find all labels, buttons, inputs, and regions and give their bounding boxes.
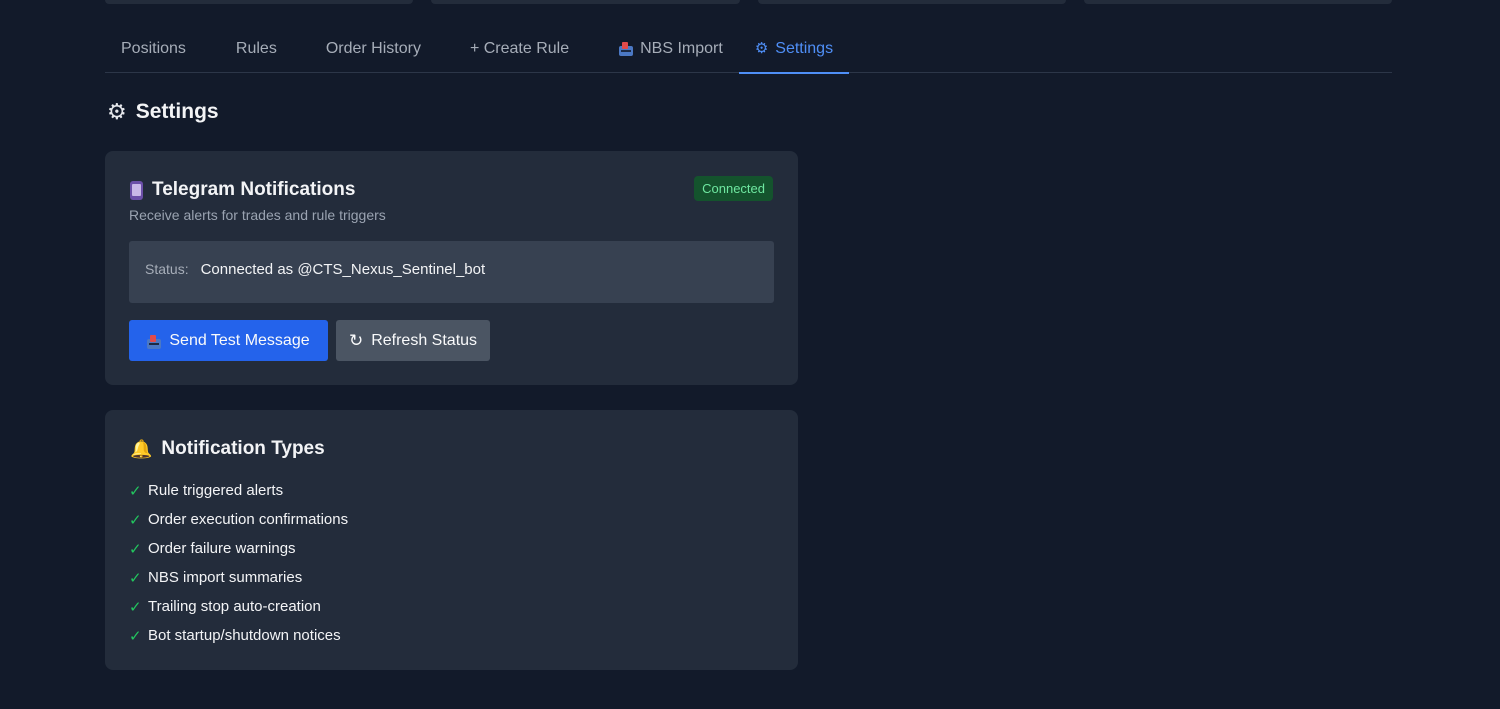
tab-rules[interactable]: Rules (220, 30, 293, 72)
tab-order-history[interactable]: Order History (310, 30, 437, 72)
summary-card (105, 0, 414, 4)
refresh-status-button[interactable]: ↻ Refresh Status (336, 320, 490, 361)
page-title: ⚙ Settings (107, 100, 219, 124)
notification-types-header: 🔔 Notification Types (130, 438, 325, 460)
telegram-card-title: Telegram Notifications (152, 179, 356, 200)
tab-settings[interactable]: ⚙ Settings (738, 30, 850, 74)
list-item: ✓ Order failure warnings (129, 540, 348, 569)
tab-create-rule[interactable]: + Create Rule (454, 30, 585, 72)
status-badge: Connected (694, 176, 773, 201)
telegram-card: Telegram Notifications Connected Receive… (105, 151, 798, 385)
check-icon: ✓ (129, 541, 142, 558)
list-item-label: Trailing stop auto-creation (148, 598, 321, 615)
status-box: Status: Connected as @CTS_Nexus_Sentinel… (129, 241, 774, 303)
list-item-label: Bot startup/shutdown notices (148, 627, 341, 644)
status-value: Connected as @CTS_Nexus_Sentinel_bot (200, 261, 486, 278)
check-icon: ✓ (129, 570, 142, 587)
tab-label: Settings (775, 40, 834, 57)
list-item-label: NBS import summaries (148, 569, 303, 586)
check-icon: ✓ (129, 483, 142, 500)
button-label: Send Test Message (169, 331, 310, 349)
telegram-card-header: Telegram Notifications (130, 179, 355, 201)
refresh-icon: ↻ (348, 330, 364, 350)
tab-label: Rules (235, 40, 277, 57)
page-title-text: Settings (135, 100, 219, 123)
list-item: ✓ Trailing stop auto-creation (129, 598, 348, 627)
tab-label: Order History (325, 40, 421, 57)
list-item: ✓ Rule triggered alerts (129, 482, 348, 511)
tab-nbs-import[interactable]: NBS Import (603, 30, 739, 72)
list-item-label: Order failure warnings (148, 540, 296, 557)
tab-label: + Create Rule (469, 40, 570, 57)
send-test-message-button[interactable]: Send Test Message (129, 320, 328, 361)
list-item: ✓ Bot startup/shutdown notices (129, 627, 348, 656)
summary-card (1083, 0, 1392, 4)
gear-icon: ⚙ (107, 99, 127, 124)
notification-types-list: ✓ Rule triggered alerts ✓ Order executio… (129, 482, 348, 656)
tab-positions[interactable]: Positions (105, 30, 202, 72)
gear-icon: ⚙ (754, 40, 769, 57)
check-icon: ✓ (129, 628, 142, 645)
bell-icon: 🔔 (130, 439, 153, 459)
phone-icon (130, 180, 143, 200)
notification-types-title: Notification Types (161, 438, 325, 459)
list-item: ✓ Order execution confirmations (129, 511, 348, 540)
telegram-card-subtitle: Receive alerts for trades and rule trigg… (129, 207, 386, 223)
notification-types-card: 🔔 Notification Types ✓ Rule triggered al… (105, 410, 798, 670)
check-icon: ✓ (129, 512, 142, 529)
button-label: Refresh Status (371, 331, 478, 349)
check-icon: ✓ (129, 599, 142, 616)
list-item-label: Rule triggered alerts (148, 482, 284, 499)
mailbox-icon (619, 42, 634, 56)
mailbox-icon (147, 334, 162, 349)
main-tabs: Positions Rules Order History + Create R… (105, 30, 1392, 74)
status-label: Status: (145, 261, 189, 277)
list-item: ✓ NBS import summaries (129, 569, 348, 598)
summary-card (757, 0, 1066, 4)
top-summary-cards (105, 0, 1392, 4)
tab-label: NBS Import (640, 40, 723, 57)
list-item-label: Order execution confirmations (148, 511, 349, 528)
tab-label: Positions (121, 40, 186, 57)
summary-card (431, 0, 740, 4)
